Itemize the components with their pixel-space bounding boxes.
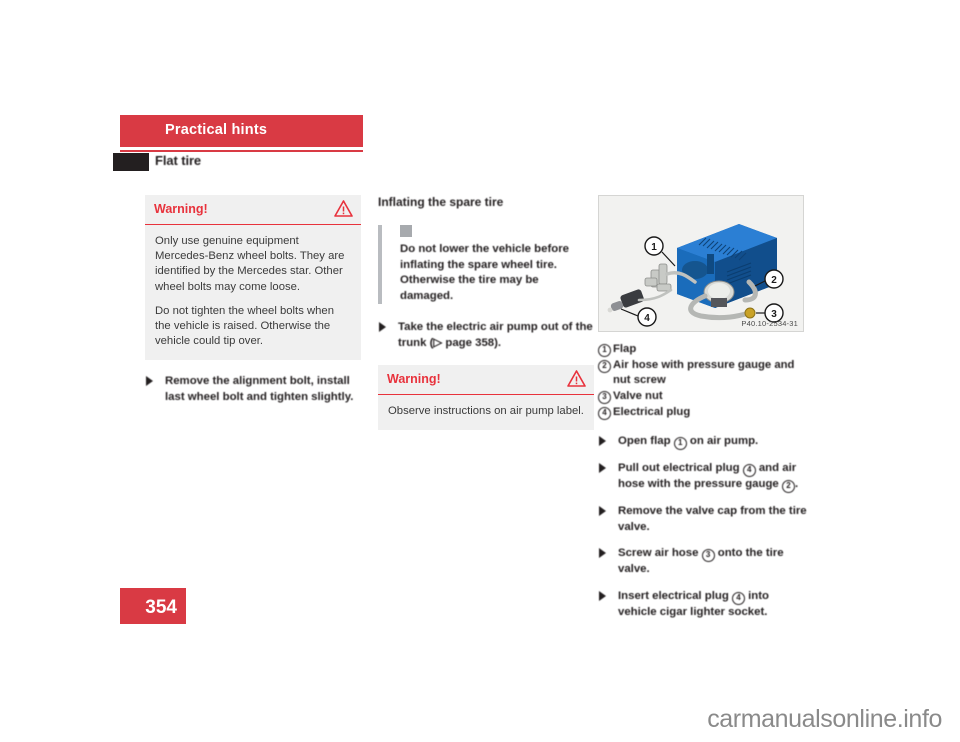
legend-label: Air hose with pressure gauge and nut scr…	[613, 359, 795, 386]
caution-note-block: Do not lower the vehicle before inflatin…	[378, 225, 594, 304]
figure-legend: 1 Flap 2 Air hose with pressure gauge an…	[598, 342, 810, 420]
callout-number: 1	[673, 437, 687, 450]
warning-paragraph: Only use genuine equipment Mercedes-Benz…	[155, 235, 345, 293]
warning-body: Observe instructions on air pump label.	[378, 395, 594, 430]
callout-number: 2	[781, 480, 795, 493]
bullet-arrow-icon	[599, 436, 606, 446]
step-text: Pull out electrical plug 4 and air hose …	[618, 462, 798, 493]
instruction-step-list: Open flap 1 on air pump. Pull out electri…	[598, 434, 810, 620]
note-text: Do not lower the vehicle before inflatin…	[400, 243, 569, 302]
legend-item: 2 Air hose with pressure gauge and nut s…	[598, 358, 810, 388]
bullet-arrow-icon	[599, 506, 606, 516]
warning-label: Warning!	[387, 372, 441, 386]
page-number: 354	[145, 597, 177, 618]
instruction-step: Open flap 1 on air pump.	[598, 434, 810, 450]
callout-number: 1	[598, 344, 611, 357]
warning-paragraph: Observe instructions on air pump label.	[388, 405, 584, 417]
callout-number: 4	[731, 591, 745, 605]
callout-number: 3	[598, 391, 611, 404]
instruction-step: Screw air hose 3 onto the tire valve.	[598, 546, 810, 578]
warning-body: Only use genuine equipment Mercedes-Benz…	[145, 225, 361, 360]
callout-number: 4	[598, 407, 611, 420]
chapter-tab-marker	[113, 153, 149, 171]
svg-text:4: 4	[644, 313, 650, 324]
instruction-step: Remove the valve cap from the tire valve…	[598, 504, 810, 535]
subsection-heading: Inflating the spare tire	[378, 195, 504, 209]
warning-triangle-icon	[567, 370, 586, 392]
step-text: Screw air hose 3 onto the tire valve.	[618, 547, 784, 575]
section-divider	[120, 150, 363, 152]
air-pump-figure: 1 2 3 4 P40.10-2534-31	[598, 195, 804, 332]
note-accent-bar	[378, 225, 382, 304]
instruction-step: Remove the alignment bolt, install last …	[145, 374, 361, 405]
chapter-header-bar: Practical hints	[120, 115, 363, 147]
instruction-step: Take the electric air pump out of the tr…	[378, 320, 594, 351]
warning-label: Warning!	[154, 202, 208, 216]
warning-paragraph: Do not tighten the wheel bolts when the …	[155, 304, 334, 348]
warning-box-wheel-bolts: Warning! Only use genuine equipment Merc…	[145, 195, 361, 361]
svg-text:2: 2	[771, 275, 777, 286]
bullet-arrow-icon	[599, 463, 606, 473]
page-title: Flat tire	[155, 153, 202, 168]
warning-header: Warning!	[145, 195, 361, 225]
step-text: Open flap 1 on air pump.	[618, 435, 758, 450]
step-text: Remove the alignment bolt, install last …	[165, 375, 354, 403]
watermark: carmanualsonline.info	[707, 705, 942, 733]
right-column: 1 2 3 4 P40.10-2534-31 1 Flap 2 Air hose…	[598, 195, 810, 631]
step-text: Take the electric air pump out of the tr…	[398, 321, 593, 349]
legend-label: Flap	[613, 343, 637, 355]
legend-item: 4 Electrical plug	[598, 405, 810, 420]
chapter-title: Practical hints	[165, 122, 268, 138]
bullet-arrow-icon	[599, 548, 606, 558]
legend-item: 1 Flap	[598, 342, 810, 357]
instruction-step: Insert electrical plug 4 into vehicle ci…	[598, 589, 810, 621]
left-column: Warning! Only use genuine equipment Merc…	[145, 195, 361, 416]
callout-number: 2	[598, 360, 611, 373]
warning-triangle-icon	[334, 200, 353, 222]
page-number-block: 354	[120, 588, 186, 624]
legend-item: 3 Valve nut	[598, 389, 810, 404]
warning-box-air-pump: Warning! Observe instructions on air pum…	[378, 365, 594, 431]
caution-square-icon	[400, 225, 412, 237]
instruction-step: Pull out electrical plug 4 and air hose …	[598, 461, 810, 493]
legend-label: Valve nut	[613, 390, 663, 402]
svg-text:1: 1	[651, 242, 657, 253]
warning-header: Warning!	[378, 365, 594, 395]
middle-column: Inflating the spare tire Do not lower th…	[378, 195, 594, 444]
bullet-arrow-icon	[146, 376, 153, 387]
step-text: Insert electrical plug 4 into vehicle ci…	[618, 589, 769, 618]
bullet-arrow-icon	[599, 590, 606, 601]
bullet-arrow-icon	[379, 322, 386, 332]
legend-label: Electrical plug	[613, 406, 691, 418]
callout-number: 4	[742, 464, 756, 477]
callout-number: 3	[701, 549, 715, 562]
figure-caption: P40.10-2534-31	[741, 319, 798, 328]
step-text: Remove the valve cap from the tire valve…	[618, 505, 807, 533]
